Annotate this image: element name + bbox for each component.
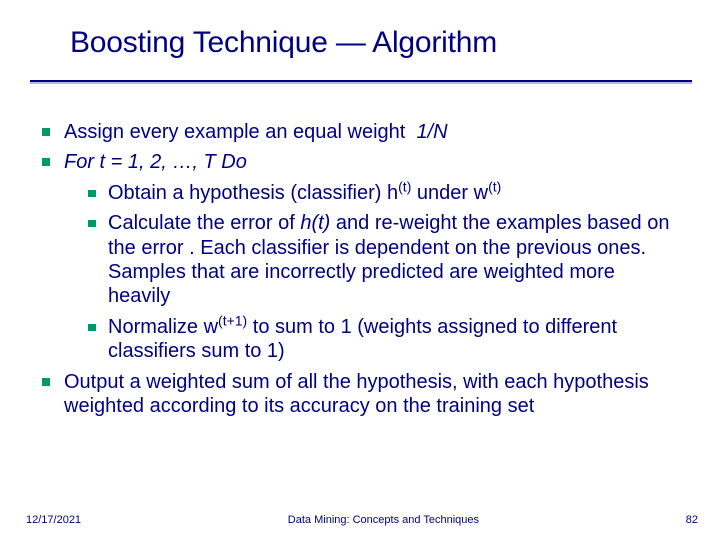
square-bullet-icon xyxy=(42,378,50,386)
square-bullet-icon xyxy=(42,128,50,136)
bullet-item: Assign every example an equal weight 1/N xyxy=(42,120,682,144)
footer: 12/17/2021 Data Mining: Concepts and Tec… xyxy=(26,514,698,526)
square-bullet-icon xyxy=(88,220,96,227)
footer-date: 12/17/2021 xyxy=(26,514,81,526)
bullet-item: Output a weighted sum of all the hypothe… xyxy=(42,370,682,419)
bullet-text: For t = 1, 2, …, T Do xyxy=(64,150,682,174)
square-bullet-icon xyxy=(88,190,96,197)
footer-center: Data Mining: Concepts and Techniques xyxy=(81,514,686,526)
sub-bullet-item: Normalize w(t+1) to sum to 1 (weights as… xyxy=(42,315,682,364)
sub-bullet-item: Obtain a hypothesis (classifier) h(t) un… xyxy=(42,181,682,205)
bullet-item: For t = 1, 2, …, T Do xyxy=(42,150,682,174)
footer-page: 82 xyxy=(686,514,698,526)
bullet-text: Calculate the error of h(t) and re-weigh… xyxy=(108,211,682,309)
square-bullet-icon xyxy=(88,324,96,331)
bullet-text: Output a weighted sum of all the hypothe… xyxy=(64,370,682,419)
body-content: Assign every example an equal weight 1/N… xyxy=(42,120,682,424)
bullet-text: Assign every example an equal weight 1/N xyxy=(64,120,682,144)
sub-bullet-item: Calculate the error of h(t) and re-weigh… xyxy=(42,211,682,309)
slide-title: Boosting Technique — Algorithm xyxy=(70,26,680,60)
bullet-text: Normalize w(t+1) to sum to 1 (weights as… xyxy=(108,315,682,364)
title-rule xyxy=(30,80,692,84)
bullet-text: Obtain a hypothesis (classifier) h(t) un… xyxy=(108,181,682,205)
square-bullet-icon xyxy=(42,158,50,166)
